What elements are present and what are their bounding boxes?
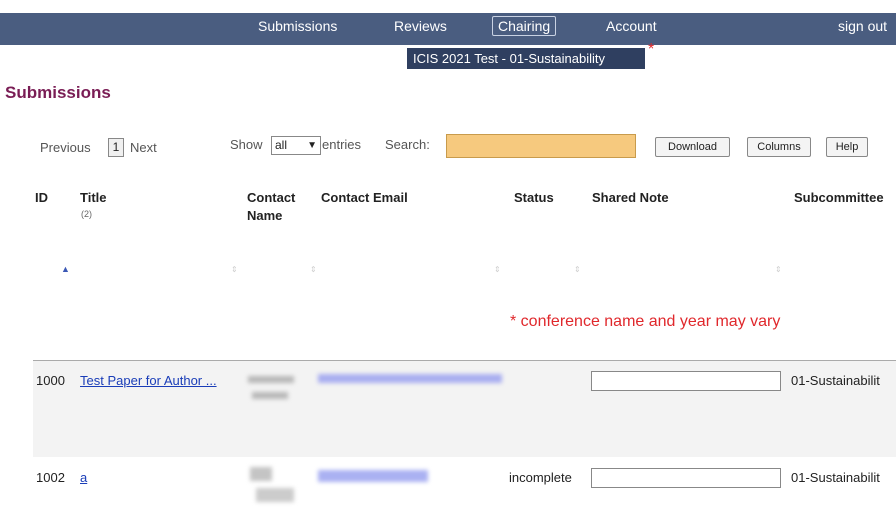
nav-chairing[interactable]: Chairing [492,16,557,36]
conference-selector[interactable]: ICIS 2021 Test - 01-Sustainability [407,48,645,69]
top-nav: Submissions Reviews Chairing Account sig… [0,13,896,45]
nav-account[interactable]: Account [606,18,657,34]
sort-icon[interactable]: ⇕ [775,265,782,274]
column-header-id[interactable]: ID [35,189,48,207]
search-input[interactable] [446,134,636,158]
row-1-title-link[interactable]: Test Paper for Author ... [80,373,217,388]
previous-link[interactable]: Previous [40,140,91,155]
help-button[interactable]: Help [826,137,868,157]
entries-label: entries [322,137,362,152]
entries-select[interactable]: all ▼ [271,136,321,155]
row-2-id: 1002 [36,470,65,485]
row-2-contact-name-redacted [250,467,272,481]
row-1-contact-name-redacted [248,376,294,383]
sort-icon[interactable]: ⇕ [231,265,238,274]
next-link[interactable]: Next [130,140,157,155]
column-header-status[interactable]: Status [514,189,554,207]
page-title: Submissions [5,83,111,102]
row-2-contact-name-redacted [256,488,294,502]
sort-icon[interactable]: ⇕ [574,265,581,274]
contact-name-line2: Name [247,208,283,223]
row-1-id: 1000 [36,373,65,388]
row-2-subcommittee: 01-Sustainabilit [791,470,880,485]
show-label: Show [230,137,263,152]
conference-asterisk: * [648,41,655,58]
row-1-shared-note-input[interactable] [591,371,781,391]
column-header-contact-name[interactable]: Contact Name [247,189,295,225]
page-number-button[interactable]: 1 [108,138,124,157]
row-2-title-link[interactable]: a [80,470,87,485]
column-header-contact-email[interactable]: Contact Email [321,189,408,207]
sort-ascending-icon[interactable]: ▲ [61,264,70,274]
download-button[interactable]: Download [655,137,730,157]
column-header-shared-note[interactable]: Shared Note [592,189,669,207]
annotation-note: * conference name and year may vary [510,313,781,330]
nav-reviews[interactable]: Reviews [394,18,447,34]
sign-out-link[interactable]: sign out [838,18,887,34]
sort-icon[interactable]: ⇕ [494,265,501,274]
row-2-shared-note-input[interactable] [591,468,781,488]
row-2-contact-email-redacted [318,470,428,482]
row-2-status: incomplete [509,470,572,485]
row-1-subcommittee: 01-Sustainabilit [791,373,880,388]
nav-submissions[interactable]: Submissions [258,18,337,34]
row-1-contact-name-redacted [252,392,288,399]
column-header-subcommittee[interactable]: Subcommittee [794,189,884,207]
row-1-contact-email-redacted [318,374,502,383]
columns-button[interactable]: Columns [747,137,811,157]
chevron-down-icon: ▼ [307,140,317,151]
contact-name-line1: Contact [247,190,296,205]
title-count: (2) [81,209,92,219]
entries-select-value: all [275,138,288,152]
column-header-title[interactable]: Title [80,189,107,207]
sort-icon[interactable]: ⇕ [310,265,317,274]
search-label: Search: [385,137,430,152]
